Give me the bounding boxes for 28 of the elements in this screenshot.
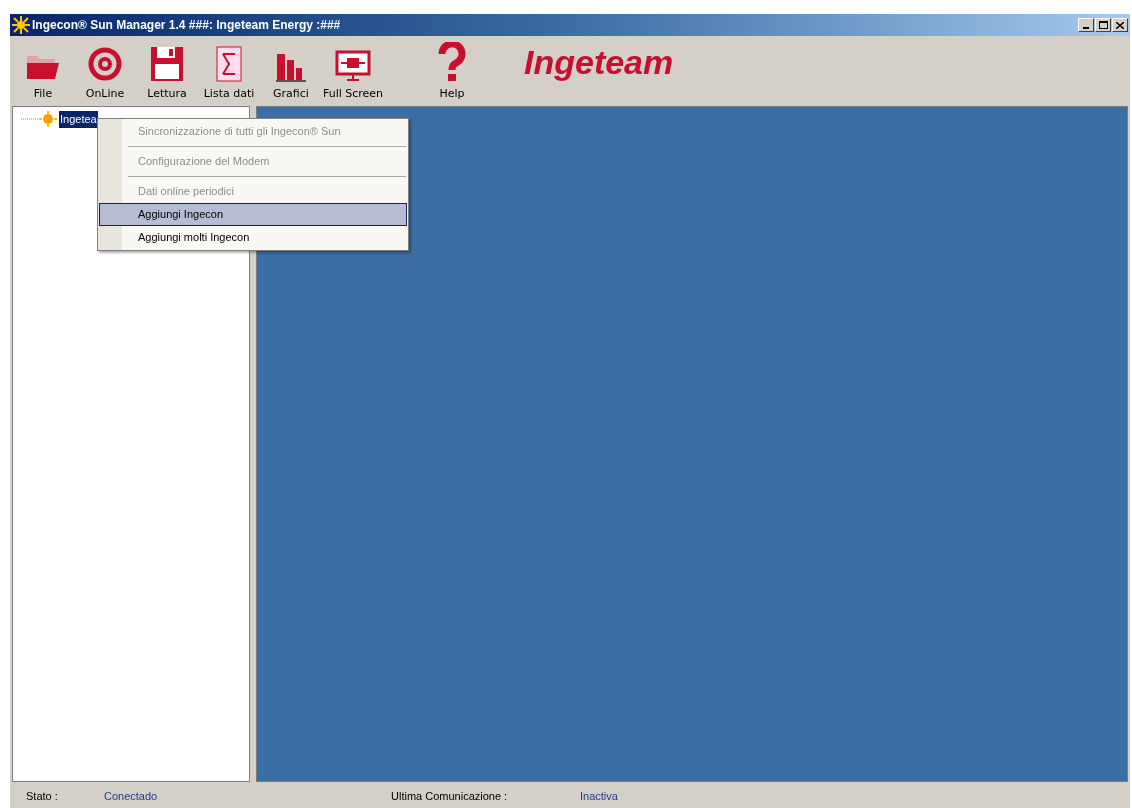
sigma-document-icon bbox=[216, 45, 242, 82]
toolbar-button[interactable]: OnLine bbox=[74, 38, 136, 102]
toolbar-button[interactable]: Full Screen bbox=[322, 38, 384, 102]
status-label: Stato : bbox=[26, 788, 59, 804]
sun-icon bbox=[12, 16, 30, 34]
help-icon bbox=[438, 41, 466, 82]
toolbar-button[interactable]: Lettura bbox=[136, 38, 198, 102]
tree-connector bbox=[21, 118, 39, 121]
status-value: Inactiva bbox=[580, 788, 618, 804]
toolbar-button[interactable]: Help bbox=[422, 38, 482, 102]
menu-item[interactable]: Aggiungi Ingecon bbox=[99, 203, 407, 226]
maximize-icon bbox=[1098, 21, 1108, 29]
close-icon bbox=[1116, 21, 1124, 29]
minimize-icon bbox=[1083, 27, 1089, 29]
toolbar-button[interactable]: File bbox=[12, 38, 74, 102]
toolbar-button[interactable]: Grafici bbox=[260, 38, 322, 102]
status-label: Ultima Comunicazione : bbox=[391, 788, 509, 804]
sun-icon bbox=[39, 111, 57, 128]
monitor-icon bbox=[335, 49, 371, 82]
maximize-button[interactable] bbox=[1095, 18, 1111, 32]
brand-logo: Ingeteam bbox=[524, 42, 674, 83]
toolbar-button[interactable]: Lista dati bbox=[198, 38, 260, 102]
tree-item[interactable]: Ingetea bbox=[59, 111, 98, 128]
minimize-button[interactable] bbox=[1078, 18, 1094, 32]
status-value: Conectado bbox=[104, 788, 159, 804]
close-button[interactable] bbox=[1112, 18, 1128, 32]
menu-item[interactable]: Aggiungi molti Ingecon bbox=[99, 226, 407, 249]
window-title: Ingecon® Sun Manager 1.4 ###: Ingeteam Energy :### bbox=[32, 17, 341, 34]
